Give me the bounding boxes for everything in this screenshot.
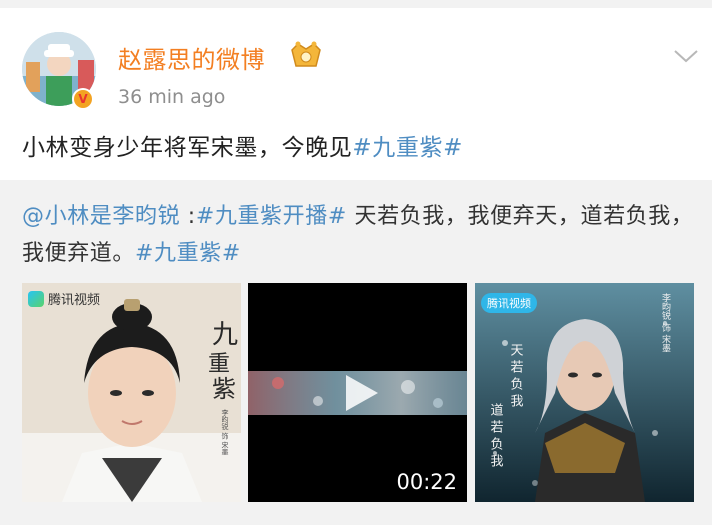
- post-text: 小林变身少年将军宋墨，今晚见: [22, 135, 353, 161]
- svg-text:道若负我: 道若负我: [488, 403, 504, 471]
- post-header: V 赵露思的微博 36 min ago: [0, 8, 712, 120]
- repost-separator: :: [180, 204, 196, 229]
- svg-text:李昀锐 饰 宋墨: 李昀锐 饰 宋墨: [660, 292, 671, 353]
- tencent-video-logo: 腾讯视频: [28, 289, 100, 308]
- svg-text:李昀锐 饰 宋墨: 李昀锐 饰 宋墨: [221, 408, 229, 455]
- image-thumbnail-1[interactable]: 九 重 紫 李昀锐 饰 宋墨 腾讯视频: [22, 283, 241, 502]
- author-mention-link[interactable]: @小林是李昀锐: [22, 204, 180, 229]
- top-divider: [0, 0, 712, 8]
- repost-text: @小林是李昀锐 :#九重紫开播# 天若负我，我便弃天，道若负我，我便弃道。#九重…: [22, 198, 698, 272]
- topic-link[interactable]: #九重紫开播#: [196, 204, 347, 229]
- repost-card[interactable]: @小林是李昀锐 :#九重紫开播# 天若负我，我便弃天，道若负我，我便弃道。#九重…: [0, 180, 712, 525]
- tencent-video-icon: [28, 290, 44, 307]
- post-body: 小林变身少年将军宋墨，今晚见#九重紫#: [22, 128, 463, 162]
- svg-text:天若负我: 天若负我: [508, 343, 524, 411]
- video-thumbnail[interactable]: 00:22: [248, 283, 467, 502]
- svg-text:九: 九: [212, 320, 238, 350]
- image-thumbnail-3[interactable]: 天若负我 道若负我 李昀锐 饰 宋墨 腾讯视频: [475, 283, 694, 502]
- hashtag-link[interactable]: #九重紫#: [135, 241, 241, 266]
- username[interactable]: 赵露思的微博: [118, 40, 265, 75]
- post-timestamp: 36 min ago: [118, 86, 226, 108]
- tencent-video-logo: 腾讯视频: [481, 293, 537, 313]
- verified-badge-icon: V: [72, 88, 94, 110]
- vip-badge-icon[interactable]: [288, 40, 324, 70]
- svg-text:重: 重: [208, 352, 230, 377]
- video-duration: 00:22: [396, 470, 457, 494]
- chevron-down-icon[interactable]: [672, 46, 700, 66]
- hashtag-link[interactable]: #九重紫#: [352, 135, 463, 161]
- svg-text:紫: 紫: [212, 375, 236, 403]
